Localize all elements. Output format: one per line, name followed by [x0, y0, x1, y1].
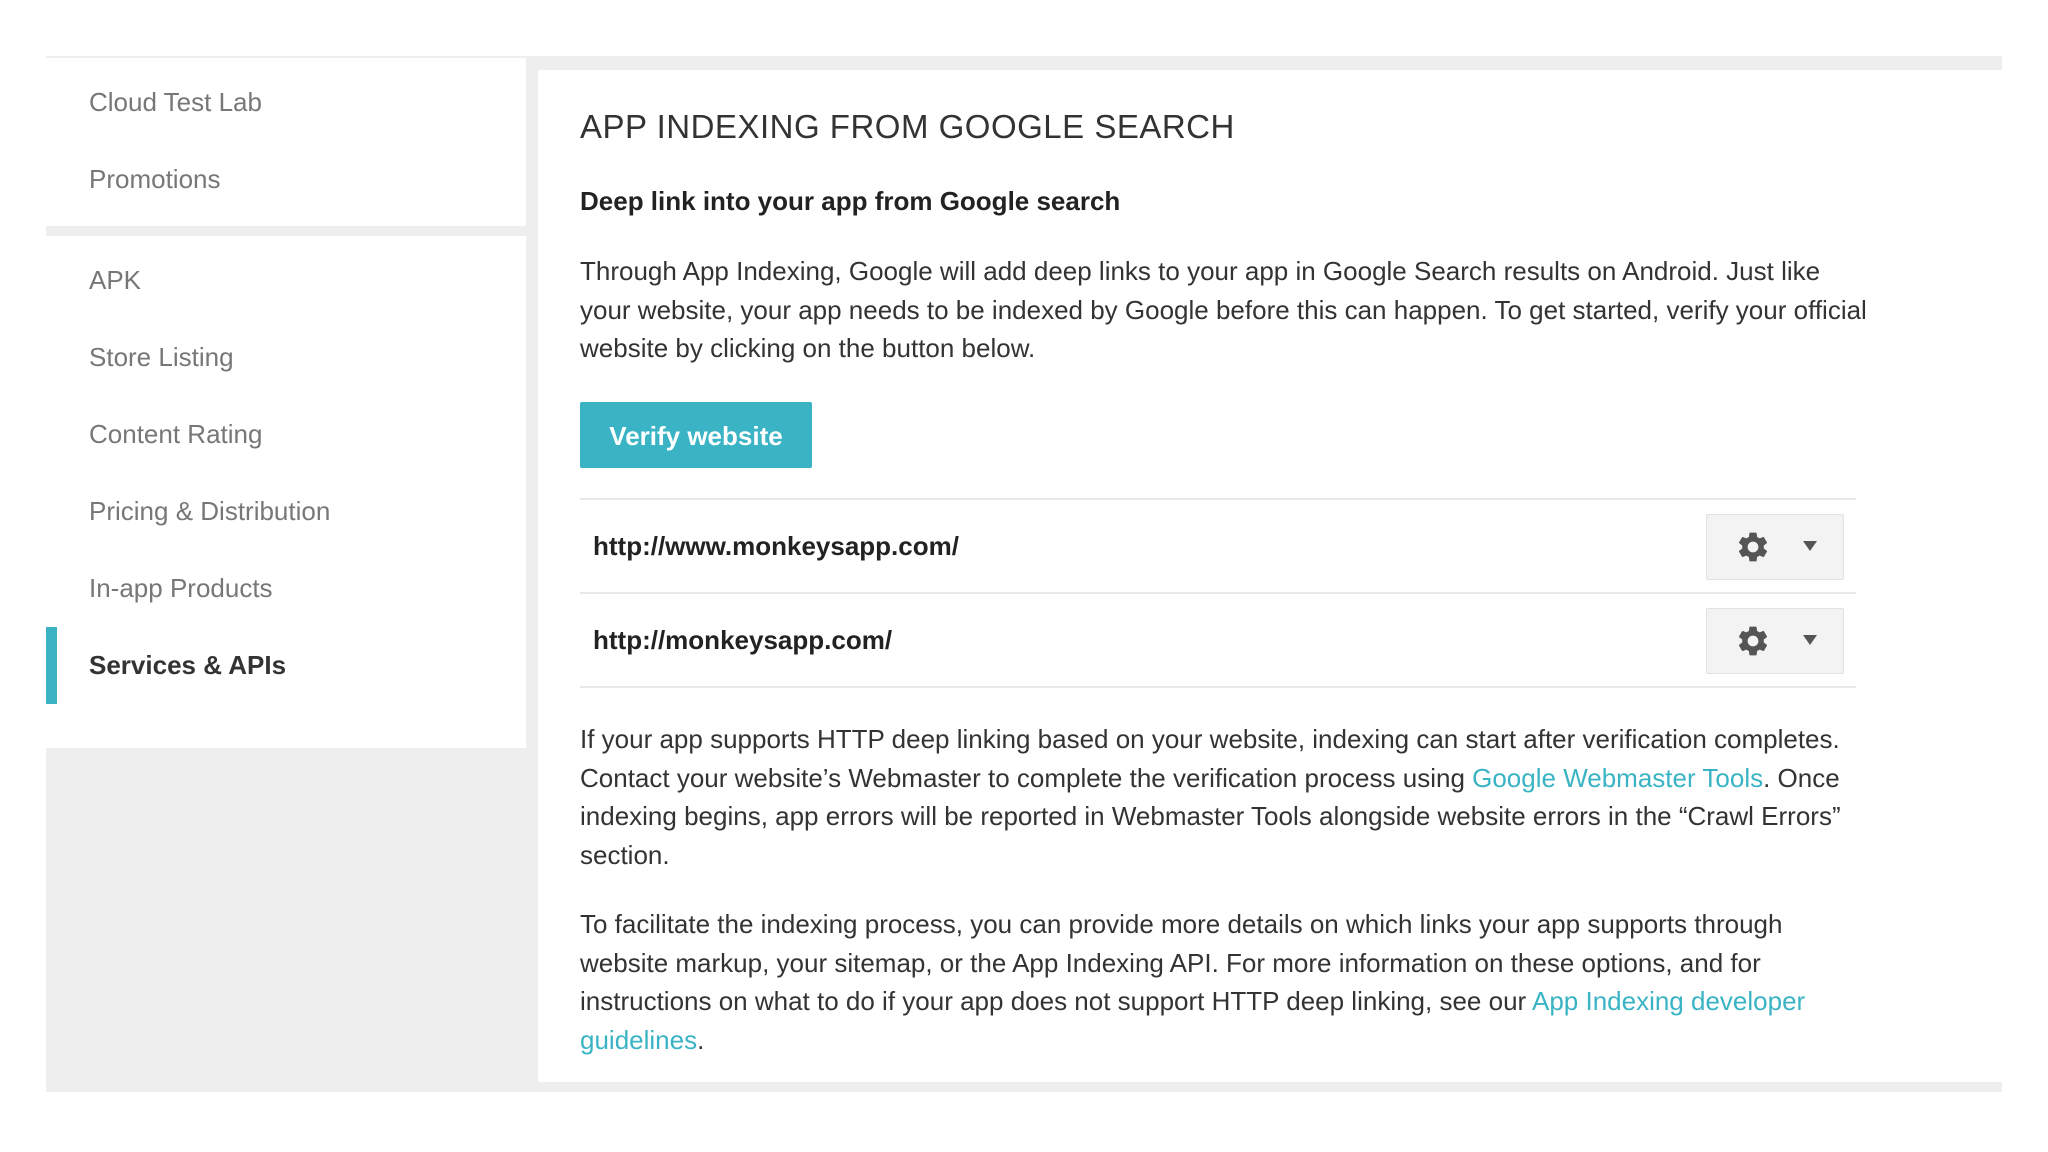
page-title: APP INDEXING FROM GOOGLE SEARCH: [580, 108, 1235, 145]
sidebar-item-store-listing[interactable]: Store Listing: [46, 319, 526, 396]
webmaster-tools-link[interactable]: Google Webmaster Tools: [1472, 763, 1763, 793]
sidebar-item-apk[interactable]: APK: [46, 242, 526, 319]
indexing-text-end: .: [697, 1024, 705, 1055]
sidebar: Cloud Test Lab Promotions APK Store List…: [46, 56, 528, 1086]
sidebar-item-promotions[interactable]: Promotions: [46, 141, 526, 218]
chevron-down-icon: [1803, 541, 1817, 551]
chevron-down-icon: [1803, 635, 1817, 645]
gear-icon: [1738, 532, 1768, 562]
verified-url-list: http://www.monkeysapp.com/ http://monkey…: [580, 498, 1856, 688]
url-text: http://www.monkeysapp.com/: [593, 531, 959, 561]
sidebar-group-tools: Cloud Test Lab Promotions: [46, 58, 526, 226]
sidebar-group-app: APK Store Listing Content Rating Pricing…: [46, 236, 526, 748]
section-subtitle: Deep link into your app from Google sear…: [580, 186, 1121, 216]
url-settings-button[interactable]: [1706, 514, 1844, 580]
sidebar-item-content-rating[interactable]: Content Rating: [46, 396, 526, 473]
main-panel: APP INDEXING FROM GOOGLE SEARCH Deep lin…: [538, 70, 2002, 1082]
sidebar-item-in-app-products[interactable]: In-app Products: [46, 550, 526, 627]
verification-paragraph: If your app supports HTTP deep linking b…: [580, 720, 1870, 874]
intro-paragraph: Through App Indexing, Google will add de…: [580, 256, 1867, 363]
sidebar-item-cloud-test-lab[interactable]: Cloud Test Lab: [46, 64, 526, 141]
url-settings-button[interactable]: [1706, 608, 1844, 674]
sidebar-item-services-apis[interactable]: Services & APIs: [46, 627, 526, 704]
sidebar-item-pricing-distribution[interactable]: Pricing & Distribution: [46, 473, 526, 550]
url-row: http://www.monkeysapp.com/: [580, 500, 1856, 594]
verify-website-button[interactable]: Verify website: [580, 402, 812, 468]
url-text: http://monkeysapp.com/: [593, 625, 893, 655]
gear-icon: [1738, 626, 1768, 656]
url-row: http://monkeysapp.com/: [580, 594, 1856, 688]
indexing-paragraph: To facilitate the indexing process, you …: [580, 905, 1870, 1059]
